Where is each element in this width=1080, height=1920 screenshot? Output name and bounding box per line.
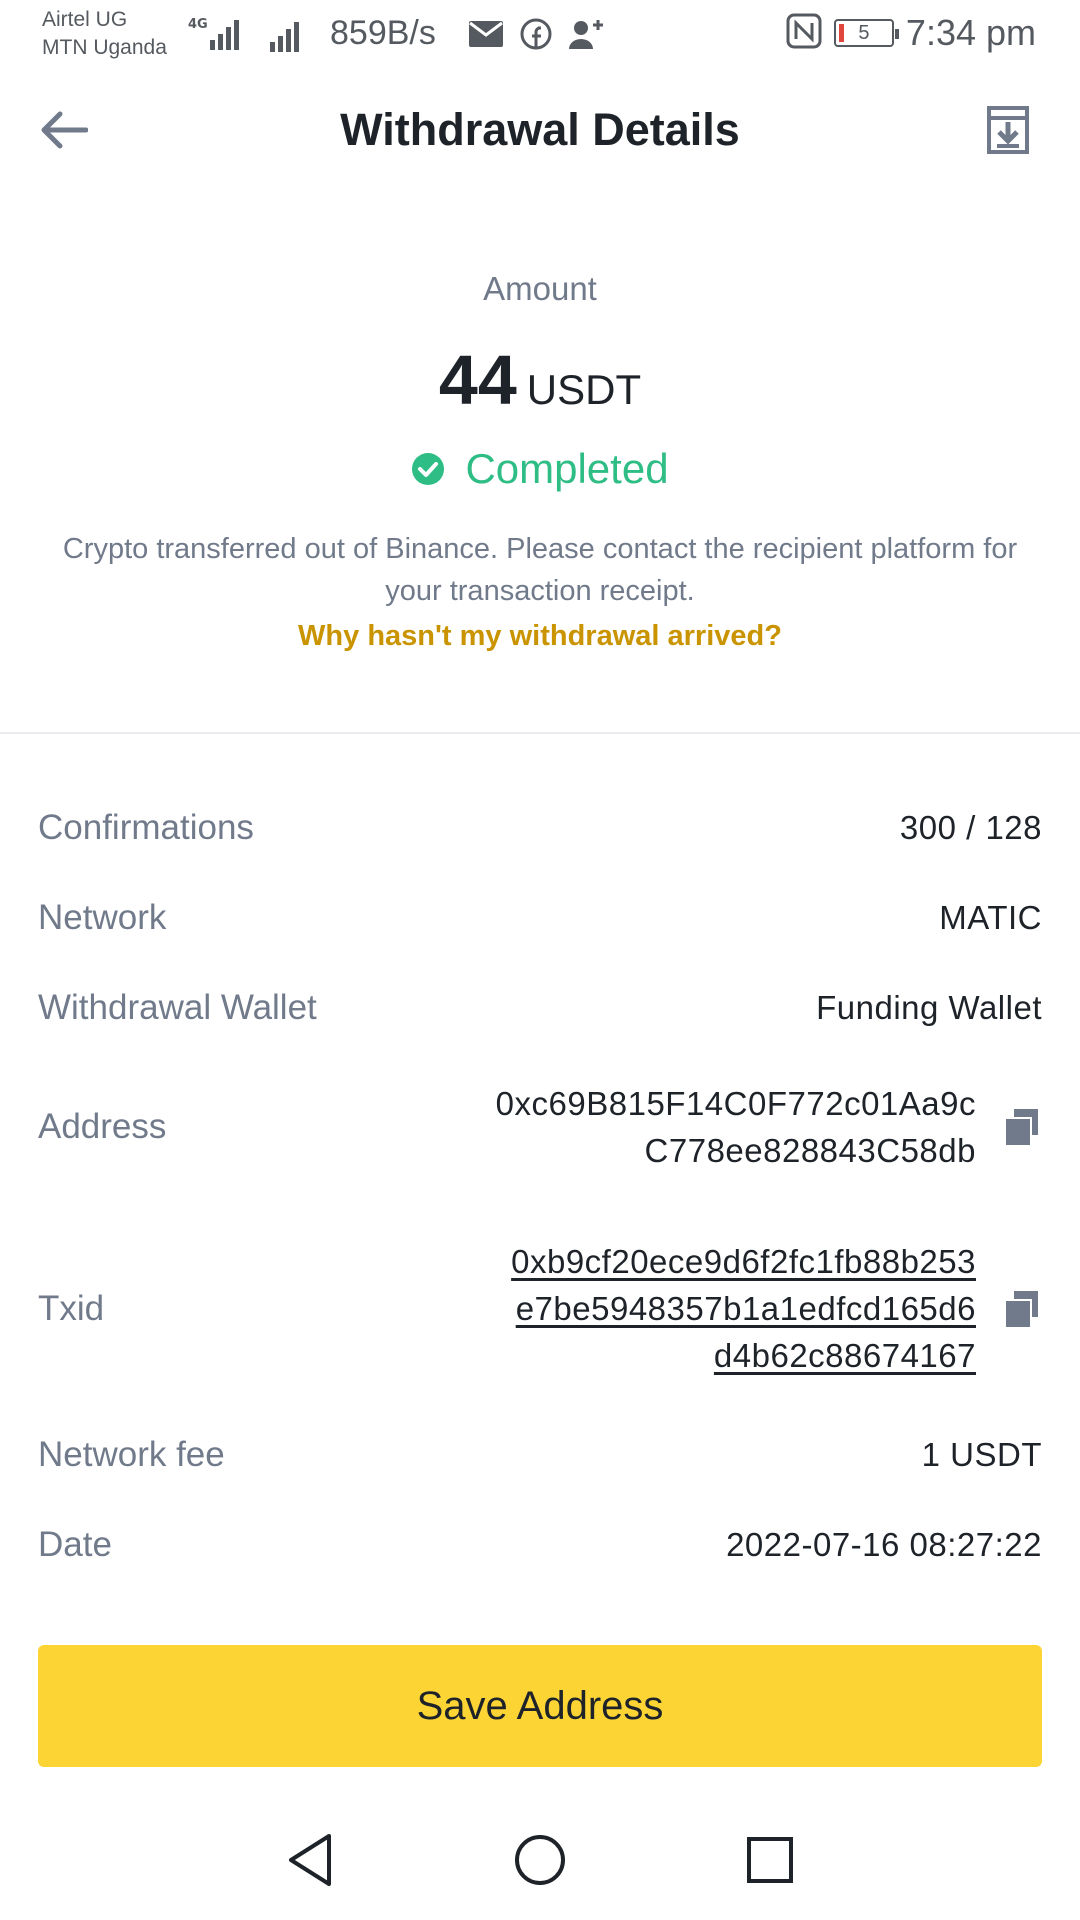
carrier-names: Airtel UG MTN Uganda: [42, 6, 167, 62]
signal-4g-icon: 4G: [188, 14, 244, 59]
download-button[interactable]: [980, 102, 1036, 158]
confirmations-label: Confirmations: [38, 808, 254, 847]
txid-line-2: e7be5948357b1a1edfcd165d6: [515, 1290, 976, 1327]
nav-home-button[interactable]: [500, 1820, 580, 1900]
status-row: Completed: [0, 445, 1080, 493]
page-title: Withdrawal Details: [340, 104, 740, 155]
fee-value: 1 USDT: [921, 1436, 1042, 1473]
square-recents-icon: [747, 1837, 793, 1883]
txid-value-group: 0xb9cf20ece9d6f2fc1fb88b253 e7be5948357b…: [511, 1238, 1042, 1379]
circle-home-icon: [515, 1835, 565, 1885]
signal-icon: [268, 18, 308, 57]
date-label: Date: [38, 1525, 112, 1564]
triangle-back-icon: [289, 1834, 331, 1886]
battery-icon: 5: [833, 19, 899, 47]
txid-line-1: 0xb9cf20ece9d6f2fc1fb88b253: [511, 1243, 976, 1280]
confirmations-value: 300 / 128: [899, 809, 1042, 846]
person-add-icon: [568, 18, 606, 55]
data-speed: 859B/s: [330, 14, 436, 52]
carrier-1: Airtel UG: [42, 8, 128, 31]
detail-row-fee: Network fee 1 USDT: [38, 1435, 1042, 1475]
nav-recents-button[interactable]: [730, 1820, 810, 1900]
amount-unit: USDT: [526, 366, 642, 413]
copy-icon: [1006, 1109, 1038, 1145]
status-description: Crypto transferred out of Binance. Pleas…: [62, 533, 1018, 607]
address-line-2: C778ee828843C58db: [644, 1132, 976, 1169]
network-type-label: 4G: [188, 17, 208, 32]
download-icon: [987, 106, 1029, 154]
copy-icon: [1006, 1290, 1038, 1327]
facebook-icon: [520, 18, 552, 55]
detail-row-txid: Txid 0xb9cf20ece9d6f2fc1fb88b253 e7be594…: [38, 1238, 1042, 1379]
amount: 44 USDT: [0, 340, 1080, 420]
battery-level: 5: [858, 21, 870, 44]
nav-back-button[interactable]: [270, 1820, 350, 1900]
amount-label: Amount: [483, 270, 597, 307]
wallet-value: Funding Wallet: [816, 989, 1042, 1026]
network-label: Network: [38, 898, 167, 937]
txid-label: Txid: [38, 1288, 105, 1328]
address-label: Address: [38, 1107, 167, 1146]
mail-icon: [468, 20, 504, 53]
nfc-icon: [786, 13, 822, 54]
copy-txid-button[interactable]: [1002, 1289, 1042, 1329]
detail-row-confirmations: Confirmations 300 / 128: [38, 808, 1042, 848]
detail-row-address: Address 0xc69B815F14C0F772c01Aa9c C778ee…: [38, 1080, 1042, 1174]
withdrawal-help-link[interactable]: Why hasn't my withdrawal arrived?: [0, 620, 1080, 653]
txid-link[interactable]: 0xb9cf20ece9d6f2fc1fb88b253 e7be5948357b…: [511, 1238, 976, 1379]
system-nav-bar: [0, 1800, 1080, 1920]
notification-icons: [468, 18, 606, 55]
detail-row-wallet: Withdrawal Wallet Funding Wallet: [38, 988, 1042, 1028]
detail-row-network: Network MATIC: [38, 898, 1042, 938]
copy-address-button[interactable]: [1002, 1107, 1042, 1147]
address-line-1: 0xc69B815F14C0F772c01Aa9c: [495, 1085, 976, 1122]
address-value: 0xc69B815F14C0F772c01Aa9c C778ee828843C5…: [496, 1080, 976, 1174]
amount-value: 44: [438, 341, 517, 419]
status-right: 5 7:34 pm: [786, 12, 1036, 54]
header: Withdrawal Details: [0, 80, 1080, 180]
divider: [0, 732, 1080, 734]
status-bar: Airtel UG MTN Uganda 4G 859B/s 5 7:34 pm: [0, 0, 1080, 70]
date-value: 2022-07-16 08:27:22: [726, 1526, 1042, 1563]
wallet-label: Withdrawal Wallet: [38, 988, 317, 1027]
save-address-button[interactable]: Save Address: [38, 1645, 1042, 1767]
clock: 7:34 pm: [905, 12, 1036, 53]
network-value: MATIC: [939, 899, 1042, 936]
carrier-2: MTN Uganda: [42, 36, 167, 59]
txid-line-3: d4b62c88674167: [713, 1337, 976, 1374]
detail-row-date: Date 2022-07-16 08:27:22: [38, 1525, 1042, 1565]
address-value-group: 0xc69B815F14C0F772c01Aa9c C778ee828843C5…: [496, 1080, 1042, 1174]
check-circle-icon: [412, 453, 445, 485]
fee-label: Network fee: [38, 1435, 225, 1474]
status-text: Completed: [465, 445, 669, 492]
